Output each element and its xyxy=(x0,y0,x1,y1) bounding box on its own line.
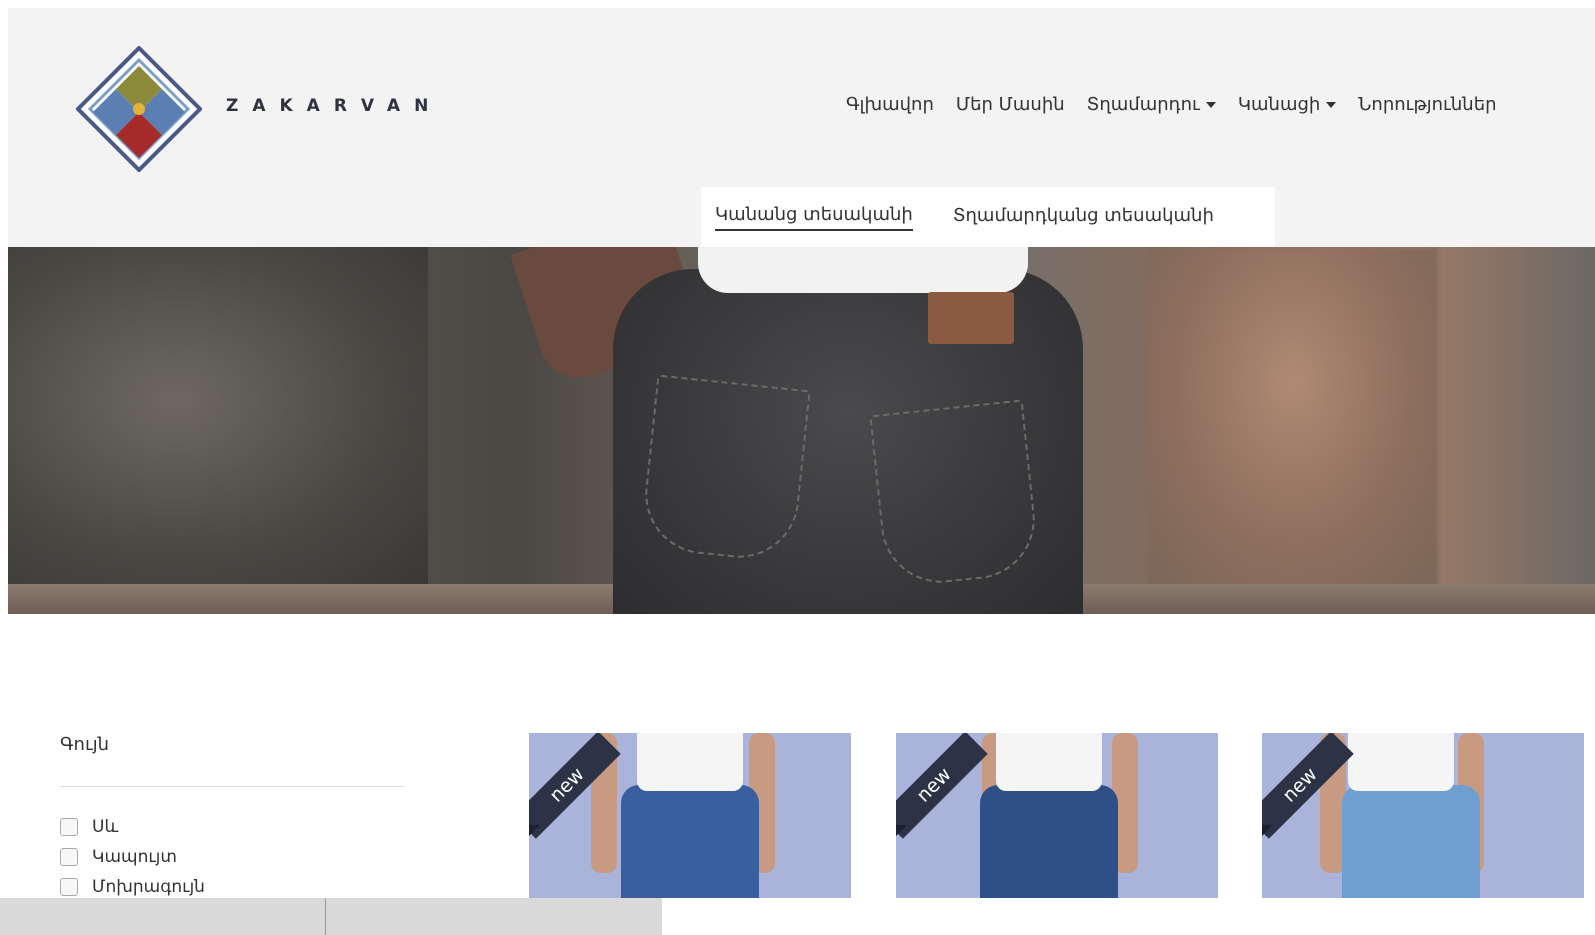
nav-men-label: Տղամարդու xyxy=(1086,94,1200,115)
caret-down-icon xyxy=(1205,101,1216,108)
product-card[interactable]: new xyxy=(896,733,1218,898)
product-card[interactable]: new xyxy=(1262,733,1584,898)
filter-option-label: Մոխրագույն xyxy=(92,877,205,897)
product-card[interactable]: new xyxy=(529,733,851,898)
nav-news-label: Նորություններ xyxy=(1358,94,1497,115)
ribbon-tail xyxy=(1262,825,1273,839)
tab-women-collection[interactable]: Կանանց տեսականի xyxy=(715,204,913,231)
ribbon-tail xyxy=(896,825,907,839)
nav-men-dropdown[interactable]: Տղամարդու xyxy=(1087,94,1216,115)
hero-stone-right xyxy=(1148,247,1438,587)
bottom-bar xyxy=(0,898,662,935)
filter-color-title: Գույն xyxy=(60,734,110,755)
nav-news[interactable]: Նորություններ xyxy=(1358,94,1496,115)
hero-pocket-left xyxy=(639,374,811,564)
tab-men-collection[interactable]: Տղամարդկանց տեսականի xyxy=(953,205,1214,230)
product-jeans-image xyxy=(1342,785,1480,898)
nav-women-dropdown[interactable]: Կանացի xyxy=(1237,94,1337,115)
nav-women-label: Կանացի xyxy=(1237,94,1321,115)
new-ribbon: new xyxy=(896,733,988,839)
product-jeans-image xyxy=(980,785,1118,898)
collection-tabs: Կանանց տեսականի Տղամարդկանց տեսականի xyxy=(701,187,1275,247)
filter-checkbox-grey[interactable] xyxy=(60,878,78,896)
product-model-shirt xyxy=(996,733,1102,791)
filter-option-blue[interactable]: Կապույտ xyxy=(60,842,205,872)
product-model-shirt xyxy=(637,733,743,791)
color-filter-list: Սև Կապույտ Մոխրագույն xyxy=(60,812,205,902)
nav-about-label: Մեր Մասին xyxy=(955,94,1065,115)
caret-down-icon xyxy=(1326,101,1337,108)
nav-home-label: Գլխավոր xyxy=(846,94,934,115)
hero-shirt xyxy=(698,247,1028,293)
hero-banner-image xyxy=(8,247,1595,614)
filter-option-label: Կապույտ xyxy=(92,847,177,867)
hero-pocket-right xyxy=(869,399,1041,589)
hero-stone-left xyxy=(8,247,428,587)
hero-leather-patch xyxy=(928,292,1014,344)
product-model-shirt xyxy=(1348,733,1454,791)
main-nav: Գլխավոր Մեր Մասին Տղամարդու Կանացի Նորու… xyxy=(846,94,1497,115)
filter-option-label: Սև xyxy=(92,817,119,837)
brand-name[interactable]: ZAKARVAN xyxy=(226,96,442,116)
site-header: ZAKARVAN Գլխավոր Մեր Մասին Տղամարդու Կան… xyxy=(8,8,1595,247)
filter-option-black[interactable]: Սև xyxy=(60,812,205,842)
zakarvan-logo[interactable] xyxy=(76,46,202,172)
filter-checkbox-blue[interactable] xyxy=(60,848,78,866)
nav-about[interactable]: Մեր Մասին xyxy=(956,94,1065,115)
nav-home[interactable]: Գլխավոր xyxy=(846,94,934,115)
product-jeans-image xyxy=(621,785,759,898)
filter-checkbox-black[interactable] xyxy=(60,818,78,836)
ribbon-tail xyxy=(529,825,540,839)
filter-divider xyxy=(60,786,405,787)
bottom-bar-divider xyxy=(325,898,326,935)
